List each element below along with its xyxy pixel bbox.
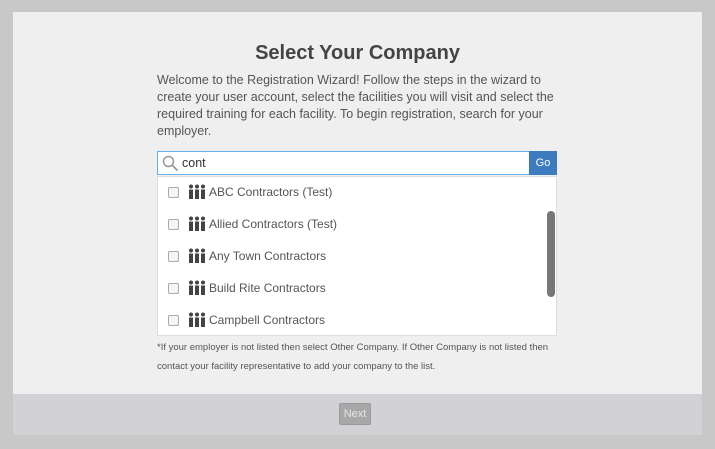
company-checkbox[interactable] xyxy=(168,283,179,294)
wizard-footer: Next xyxy=(13,394,702,435)
people-icon xyxy=(188,248,206,263)
company-results-list: ABC Contractors (Test) Allied Contractor… xyxy=(157,176,557,336)
wizard-panel: Select Your Company Welcome to the Regis… xyxy=(13,12,702,394)
people-icon xyxy=(188,280,206,295)
scrollbar-thumb[interactable] xyxy=(547,211,555,297)
company-name: Allied Contractors (Test) xyxy=(209,217,338,231)
people-icon xyxy=(188,216,206,231)
go-button[interactable]: Go xyxy=(529,151,557,175)
company-name: Build Rite Contractors xyxy=(209,281,326,295)
company-name: ABC Contractors (Test) xyxy=(209,185,333,199)
company-checkbox[interactable] xyxy=(168,187,179,198)
list-item[interactable]: Build Rite Contractors xyxy=(158,273,543,305)
list-item[interactable]: Any Town Contractors xyxy=(158,241,543,273)
company-checkbox[interactable] xyxy=(168,315,179,326)
list-item[interactable]: Allied Contractors (Test) xyxy=(158,209,543,241)
intro-text: Welcome to the Registration Wizard! Foll… xyxy=(157,73,554,138)
next-button[interactable]: Next xyxy=(339,403,371,425)
results-scrollbar[interactable] xyxy=(544,177,556,335)
company-name: Any Town Contractors xyxy=(209,249,327,263)
search-input[interactable] xyxy=(182,154,522,172)
search-icon xyxy=(162,155,178,171)
page-title: Select Your Company xyxy=(255,42,460,64)
company-search: Go xyxy=(157,151,557,175)
search-box[interactable] xyxy=(157,151,530,175)
list-item[interactable]: Campbell Contractors xyxy=(158,305,543,335)
list-item[interactable]: ABC Contractors (Test) xyxy=(158,177,543,209)
people-icon xyxy=(188,184,206,199)
company-checkbox[interactable] xyxy=(168,219,179,230)
people-icon xyxy=(188,312,206,327)
company-checkbox[interactable] xyxy=(168,251,179,262)
footnote-text: *If your employer is not listed then sel… xyxy=(157,342,549,372)
company-name: Campbell Contractors xyxy=(209,313,326,327)
